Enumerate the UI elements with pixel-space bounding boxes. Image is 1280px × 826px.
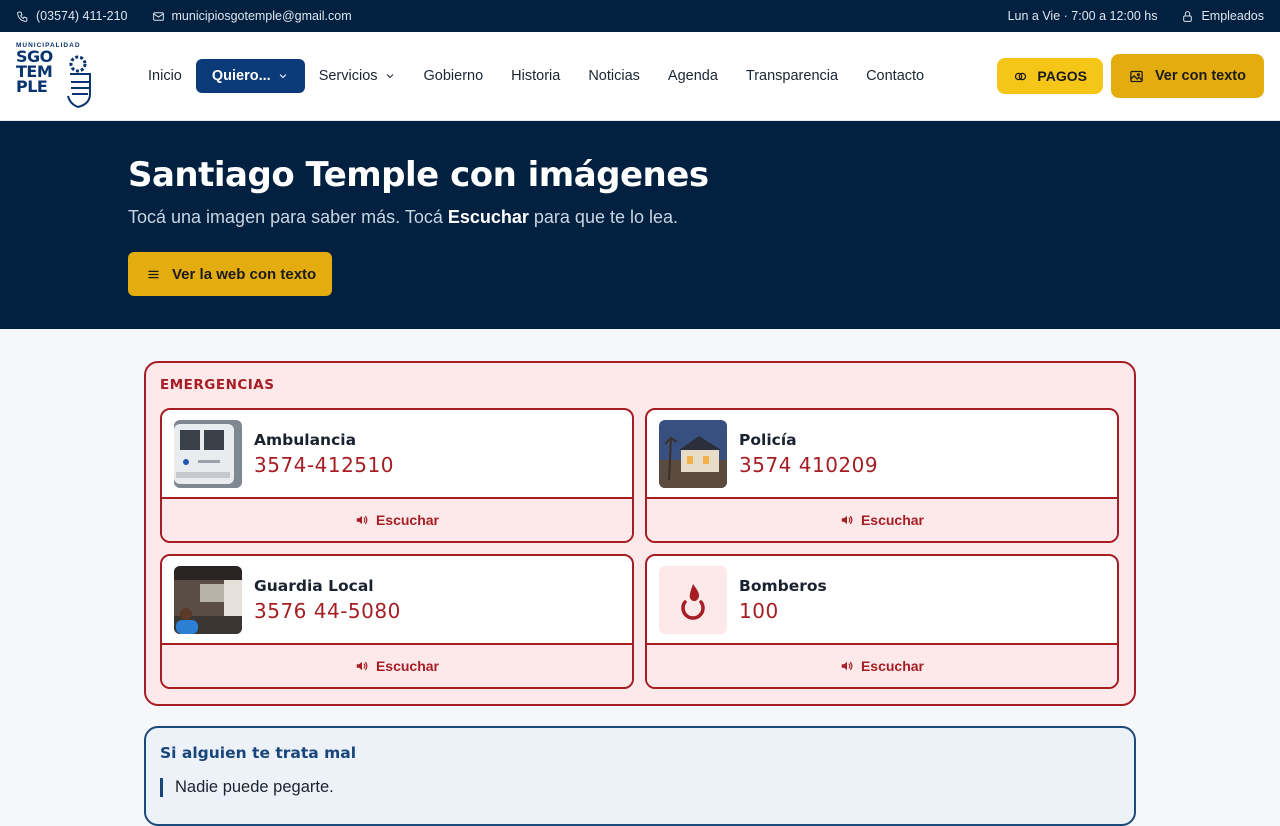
hero-subtitle: Tocá una imagen para saber más. Tocá Esc… xyxy=(128,207,1280,228)
hero-section: Santiago Temple con imágenes Tocá una im… xyxy=(0,121,1280,329)
nav-contacto[interactable]: Contacto xyxy=(852,60,938,92)
listen-label: Escuchar xyxy=(860,658,925,674)
nav-agenda[interactable]: Agenda xyxy=(654,60,732,92)
nav-servicios[interactable]: Servicios xyxy=(305,60,410,92)
card-top[interactable]: Ambulancia 3574-412510 xyxy=(162,410,632,499)
maltrato-line: Nadie puede pegarte. xyxy=(160,778,1120,797)
phone-contact[interactable]: (03574) 411-210 xyxy=(16,9,128,23)
chevron-down-icon xyxy=(386,74,393,79)
card-top[interactable]: Policía 3574 410209 xyxy=(647,410,1117,499)
pagos-button[interactable]: PAGOS xyxy=(997,58,1103,94)
phone-icon xyxy=(17,11,28,22)
employees-label: Empleados xyxy=(1201,9,1264,23)
nav-inicio[interactable]: Inicio xyxy=(134,60,196,92)
municipal-logo[interactable]: MUNICIPALIDAD SGO TEM PLE xyxy=(16,42,92,110)
card-info: Bomberos 100 xyxy=(739,577,827,623)
fire-tile xyxy=(659,565,727,634)
chevron-down-icon xyxy=(279,74,287,79)
pagos-label: PAGOS xyxy=(1037,68,1087,84)
nav-quiero[interactable]: Quiero... xyxy=(195,59,305,93)
hero-subtitle-pre: Tocá una imagen para saber más. Tocá xyxy=(128,207,448,227)
speaker-icon xyxy=(356,515,368,525)
emergencias-panel: EMERGENCIAS Ambulancia 3574-412510 Escuc… xyxy=(144,361,1136,706)
card-info: Ambulancia 3574-412510 xyxy=(254,431,394,477)
speaker-icon xyxy=(841,661,853,671)
police-station-photo xyxy=(659,419,727,488)
emergency-card-policia[interactable]: Policía 3574 410209 Escuchar xyxy=(645,408,1119,543)
emergency-card-guardia-local[interactable]: Guardia Local 3576 44-5080 Escuchar xyxy=(160,554,634,689)
listen-button[interactable]: Escuchar xyxy=(647,499,1117,541)
listen-label: Escuchar xyxy=(375,658,440,674)
service-number[interactable]: 3574-412510 xyxy=(254,453,394,477)
listen-button[interactable]: Escuchar xyxy=(162,499,632,541)
page-title: Santiago Temple con imágenes xyxy=(128,155,709,195)
emergencias-title: EMERGENCIAS xyxy=(160,377,275,393)
site-header: MUNICIPALIDAD SGO TEM PLE Inicio Quiero.… xyxy=(0,32,1280,121)
shield-emblem-icon xyxy=(67,55,91,108)
coins-icon xyxy=(1015,72,1027,80)
nav-transparencia[interactable]: Transparencia xyxy=(732,60,852,92)
nav-servicios-label: Servicios xyxy=(318,68,378,84)
card-info: Guardia Local 3576 44-5080 xyxy=(254,577,401,623)
nav-quiero-label: Quiero... xyxy=(211,68,271,84)
speaker-icon xyxy=(841,515,853,525)
emergency-cards: Ambulancia 3574-412510 Escuchar Policía … xyxy=(160,408,1119,689)
menu-icon xyxy=(148,270,159,278)
fire-icon xyxy=(681,583,705,620)
ver-web-con-texto-label: Ver la web con texto xyxy=(172,265,317,283)
speaker-icon xyxy=(356,661,368,671)
card-top[interactable]: Guardia Local 3576 44-5080 xyxy=(162,556,632,645)
maltrato-title: Si alguien te trata mal xyxy=(160,744,357,762)
ver-web-con-texto-button[interactable]: Ver la web con texto xyxy=(128,252,333,296)
nav-noticias[interactable]: Noticias xyxy=(574,60,654,92)
main-nav: Inicio Quiero... Servicios Gobierno Hist… xyxy=(134,59,938,93)
card-info: Policía 3574 410209 xyxy=(739,431,878,477)
emergency-card-ambulancia[interactable]: Ambulancia 3574-412510 Escuchar xyxy=(160,408,634,543)
listen-label: Escuchar xyxy=(375,512,440,528)
card-top[interactable]: Bomberos 100 xyxy=(647,556,1117,645)
guardia-photo xyxy=(174,565,242,634)
email-contact[interactable]: municipiosgotemple@gmail.com xyxy=(152,9,352,23)
header-actions: PAGOS Ver con texto xyxy=(997,54,1264,98)
ambulance-photo xyxy=(174,419,242,488)
service-number[interactable]: 3574 410209 xyxy=(739,453,878,477)
office-hours: Lun a Vie · 7:00 a 12:00 hs xyxy=(1007,9,1158,23)
phone-number: (03574) 411-210 xyxy=(36,9,128,23)
hero-subtitle-strong: Escuchar xyxy=(447,207,529,227)
lock-icon xyxy=(1183,10,1193,22)
hero-subtitle-post: para que te lo lea. xyxy=(528,207,679,227)
ver-con-texto-button[interactable]: Ver con texto xyxy=(1110,54,1264,98)
service-name: Bomberos xyxy=(739,576,827,595)
top-bar: (03574) 411-210 municipiosgotemple@gmail… xyxy=(0,0,1280,32)
logo-line-3: PLE xyxy=(16,77,48,96)
image-icon xyxy=(1130,70,1143,82)
listen-button[interactable]: Escuchar xyxy=(162,645,632,687)
nav-gobierno[interactable]: Gobierno xyxy=(410,60,498,92)
listen-button[interactable]: Escuchar xyxy=(647,645,1117,687)
nav-historia[interactable]: Historia xyxy=(497,60,574,92)
service-name: Policía xyxy=(739,430,797,449)
listen-label: Escuchar xyxy=(860,512,925,528)
mail-icon xyxy=(152,11,164,21)
service-name: Ambulancia xyxy=(254,430,357,449)
ver-con-texto-label: Ver con texto xyxy=(1154,68,1246,84)
service-name: Guardia Local xyxy=(254,576,374,595)
maltrato-panel: Si alguien te trata mal Nadie puede pega… xyxy=(144,726,1136,826)
email-address: municipiosgotemple@gmail.com xyxy=(171,9,352,23)
employees-link[interactable]: Empleados xyxy=(1181,9,1264,23)
service-number[interactable]: 3576 44-5080 xyxy=(254,599,401,623)
service-number[interactable]: 100 xyxy=(739,599,827,623)
emergency-card-bomberos[interactable]: Bomberos 100 Escuchar xyxy=(645,554,1119,689)
